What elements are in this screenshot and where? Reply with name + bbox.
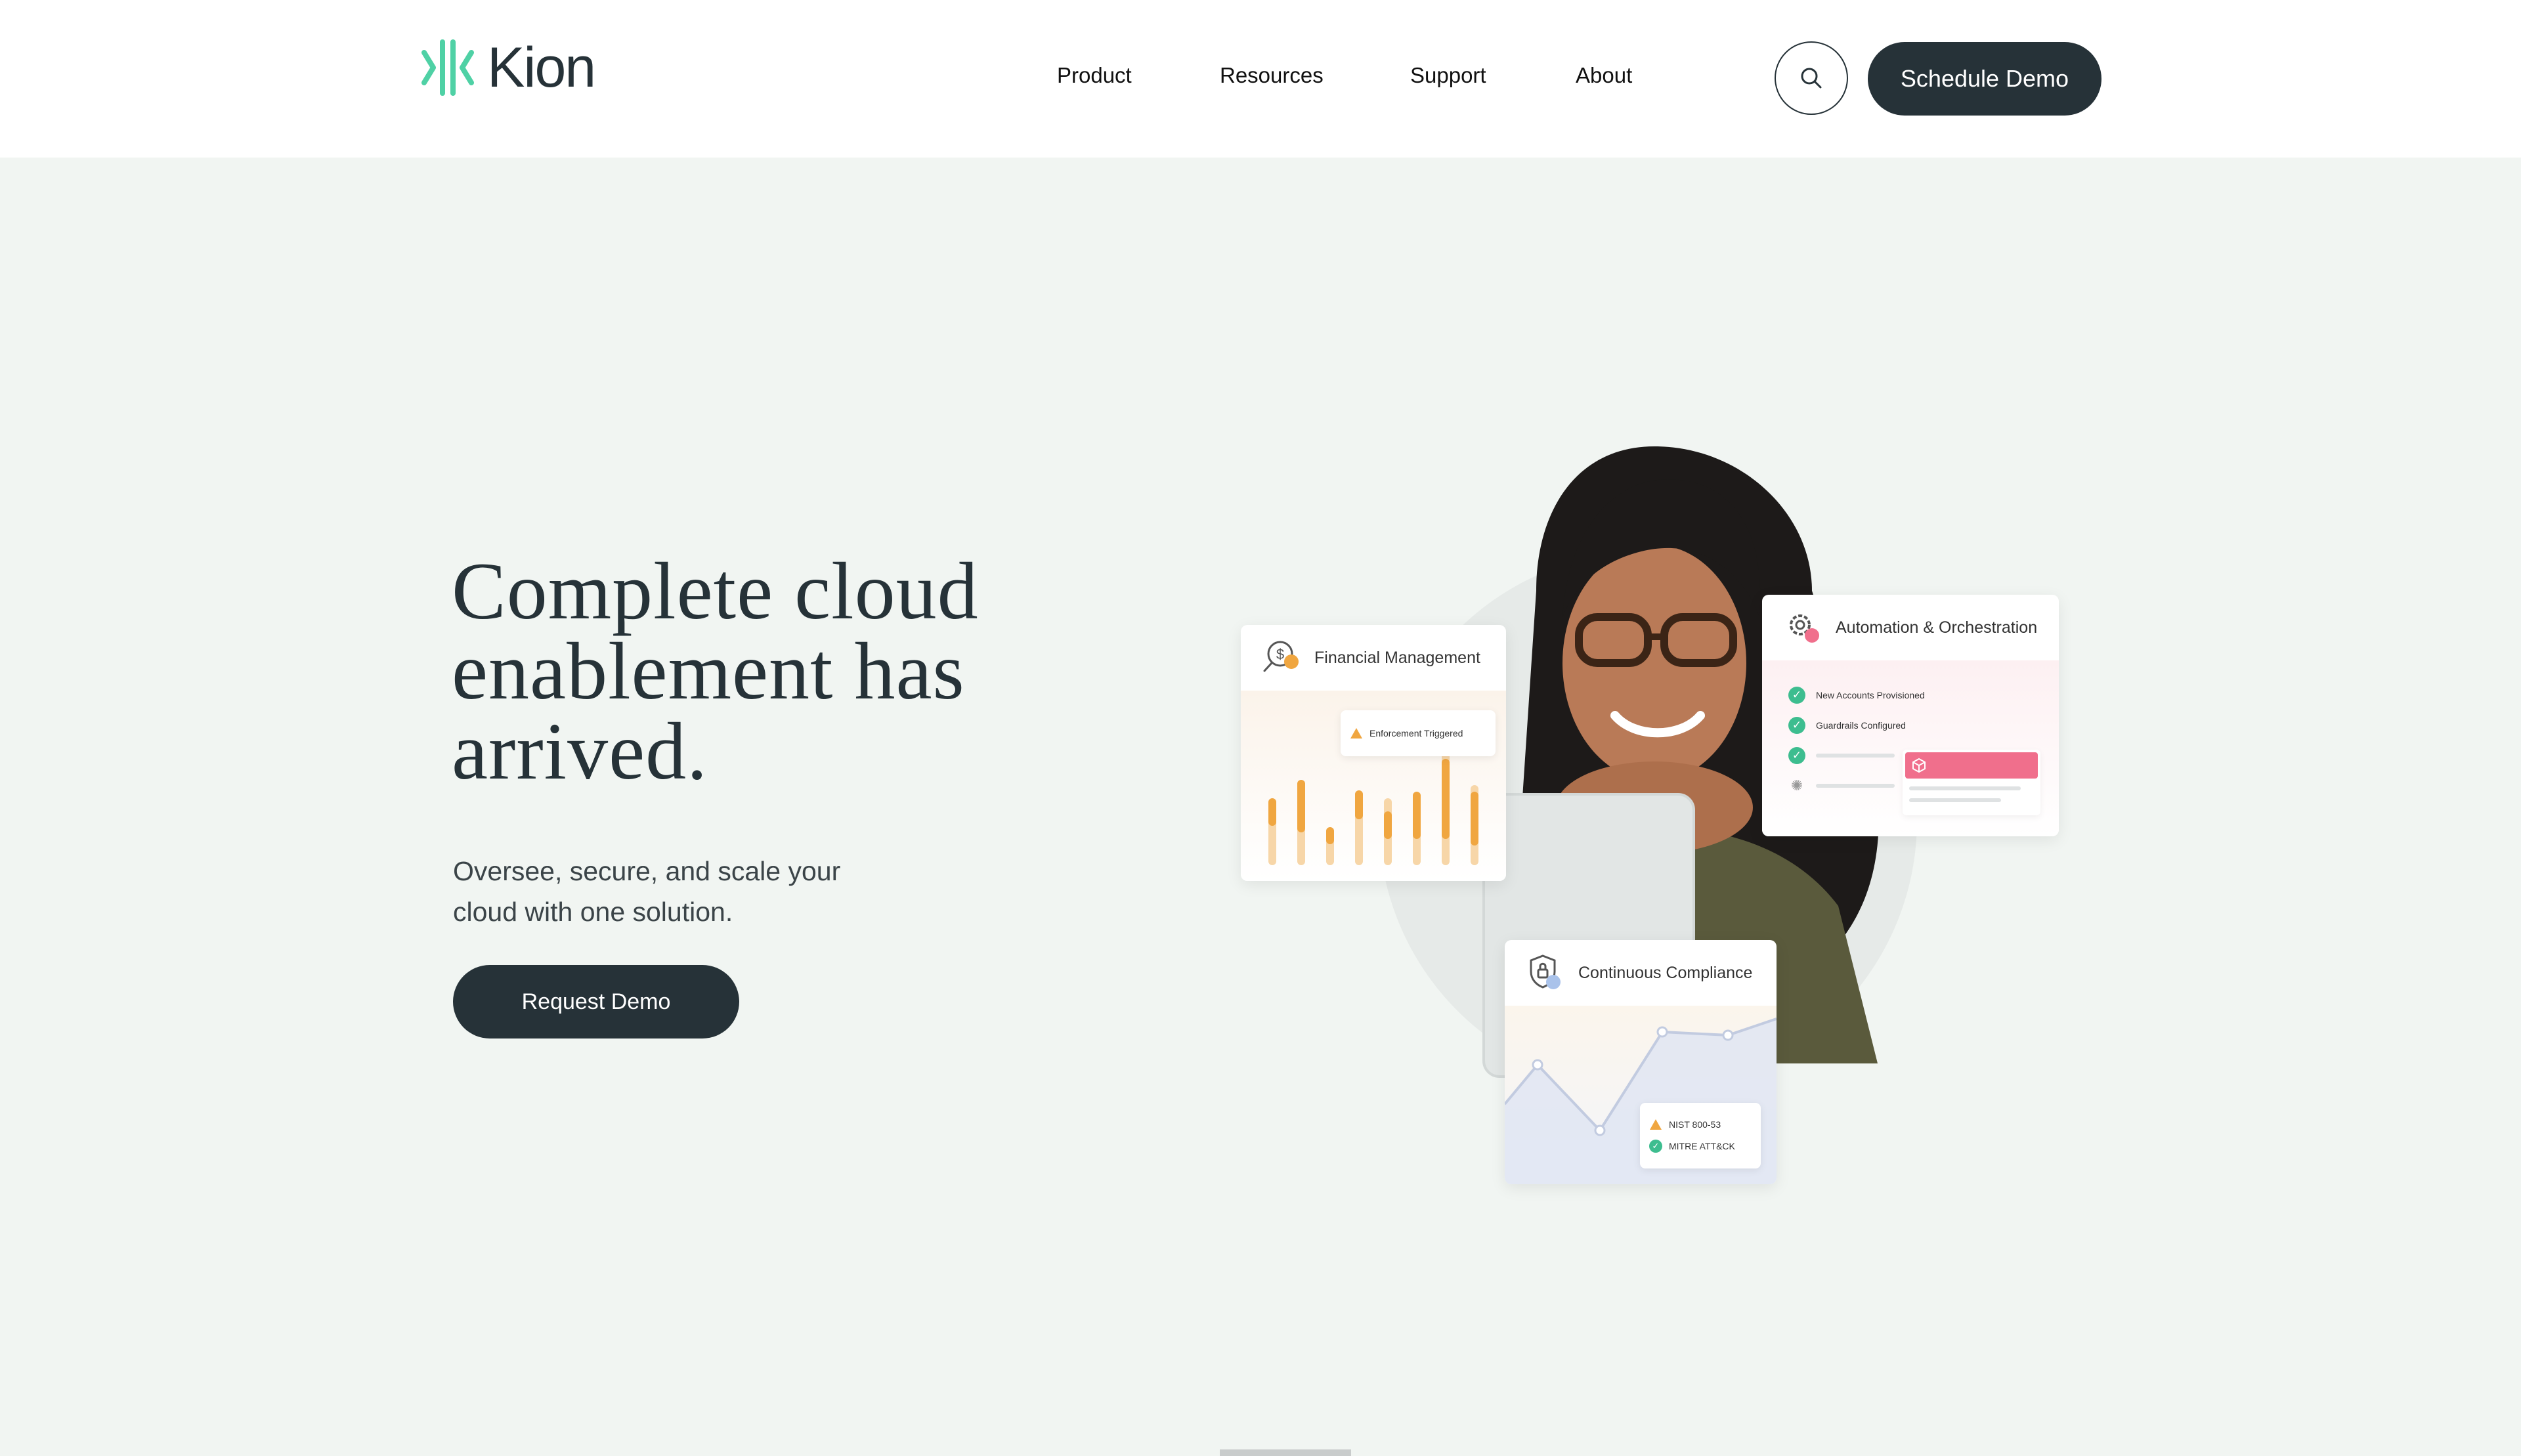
nav-about[interactable]: About	[1576, 63, 1632, 95]
automation-item: ✓ Guardrails Configured	[1788, 717, 1906, 734]
hero-subtitle-line: cloud with one solution.	[453, 897, 733, 927]
hero-title: Complete cloud enablement has arrived.	[452, 551, 1043, 792]
hero-subtitle-line: Oversee, secure, and scale your	[453, 856, 841, 886]
dollar-search-icon: $	[1263, 641, 1299, 672]
alert-text: Enforcement Triggered	[1369, 728, 1463, 739]
automation-item: ✓	[1788, 747, 1895, 764]
nav-product[interactable]: Product	[1057, 63, 1132, 95]
card-title: Financial Management	[1314, 648, 1480, 667]
shield-lock-icon	[1530, 954, 1561, 989]
automation-orchestration-card: Automation & Orchestration ✓ New Account…	[1762, 595, 2059, 836]
warning-icon	[1350, 728, 1362, 739]
check-icon: ✓	[1788, 687, 1805, 704]
card-body: NIST 800-53 ✓ MITRE ATT&CK	[1505, 1006, 1777, 1184]
badge-label: MITRE ATT&CK	[1669, 1141, 1735, 1151]
hero-title-line: Complete cloud	[452, 546, 979, 636]
check-icon: ✓	[1788, 747, 1805, 764]
automation-item: ✺	[1788, 777, 1895, 794]
kion-logo-mark	[421, 39, 474, 96]
automation-item-label: Guardrails Configured	[1816, 720, 1906, 731]
gear-icon	[1790, 614, 1819, 643]
card-header: Automation & Orchestration	[1762, 595, 2059, 660]
badge-label: NIST 800-53	[1669, 1119, 1721, 1130]
enforcement-alert: Enforcement Triggered	[1341, 710, 1496, 756]
card-header: $ Financial Management	[1241, 625, 1506, 691]
cube-icon	[1912, 758, 1926, 773]
search-button[interactable]	[1775, 41, 1848, 115]
badge-row: ✓ MITRE ATT&CK	[1649, 1140, 1735, 1153]
placeholder-line	[1909, 798, 2001, 802]
nav-support[interactable]: Support	[1410, 63, 1486, 95]
card-body: Enforcement Triggered	[1241, 691, 1506, 881]
search-icon	[1801, 68, 1822, 89]
placeholder-line	[1816, 754, 1895, 758]
request-demo-button[interactable]: Request Demo	[453, 965, 739, 1038]
task-popover	[1903, 750, 2040, 815]
check-icon: ✓	[1649, 1140, 1662, 1153]
card-title: Continuous Compliance	[1578, 963, 1753, 982]
kion-logo[interactable]: Kion	[418, 35, 596, 99]
placeholder-line	[1909, 786, 2021, 790]
loading-icon: ✺	[1790, 777, 1803, 794]
section-peek-tab	[1220, 1449, 1351, 1456]
schedule-demo-button[interactable]: Schedule Demo	[1868, 42, 2101, 116]
badge-row: NIST 800-53	[1649, 1119, 1721, 1130]
site-header: Kion Product Resources Support About Sch…	[0, 0, 2521, 158]
hero-illustration: $ Financial Management Enforcement Trigg…	[1234, 420, 2061, 1195]
compliance-badges: NIST 800-53 ✓ MITRE ATT&CK	[1640, 1103, 1761, 1168]
continuous-compliance-card: Continuous Compliance NIST 800-53 ✓ MITR…	[1505, 940, 1777, 1184]
svg-text:$: $	[1276, 646, 1284, 662]
nav-resources[interactable]: Resources	[1220, 63, 1324, 95]
automation-item: ✓ New Accounts Provisioned	[1788, 687, 1925, 704]
hero-subtitle: Oversee, secure, and scale your cloud wi…	[453, 851, 913, 932]
warning-icon	[1650, 1119, 1662, 1130]
hero-title-line: arrived.	[452, 706, 708, 796]
logo-wordmark: Kion	[487, 35, 596, 99]
financial-management-card: $ Financial Management Enforcement Trigg…	[1241, 625, 1506, 881]
placeholder-line	[1816, 784, 1895, 788]
automation-item-label: New Accounts Provisioned	[1816, 690, 1925, 700]
card-title: Automation & Orchestration	[1836, 618, 2038, 637]
hero-title-line: enablement has	[452, 626, 965, 716]
check-icon: ✓	[1788, 717, 1805, 734]
card-header: Continuous Compliance	[1505, 940, 1777, 1006]
task-pink-bar	[1905, 752, 2038, 779]
